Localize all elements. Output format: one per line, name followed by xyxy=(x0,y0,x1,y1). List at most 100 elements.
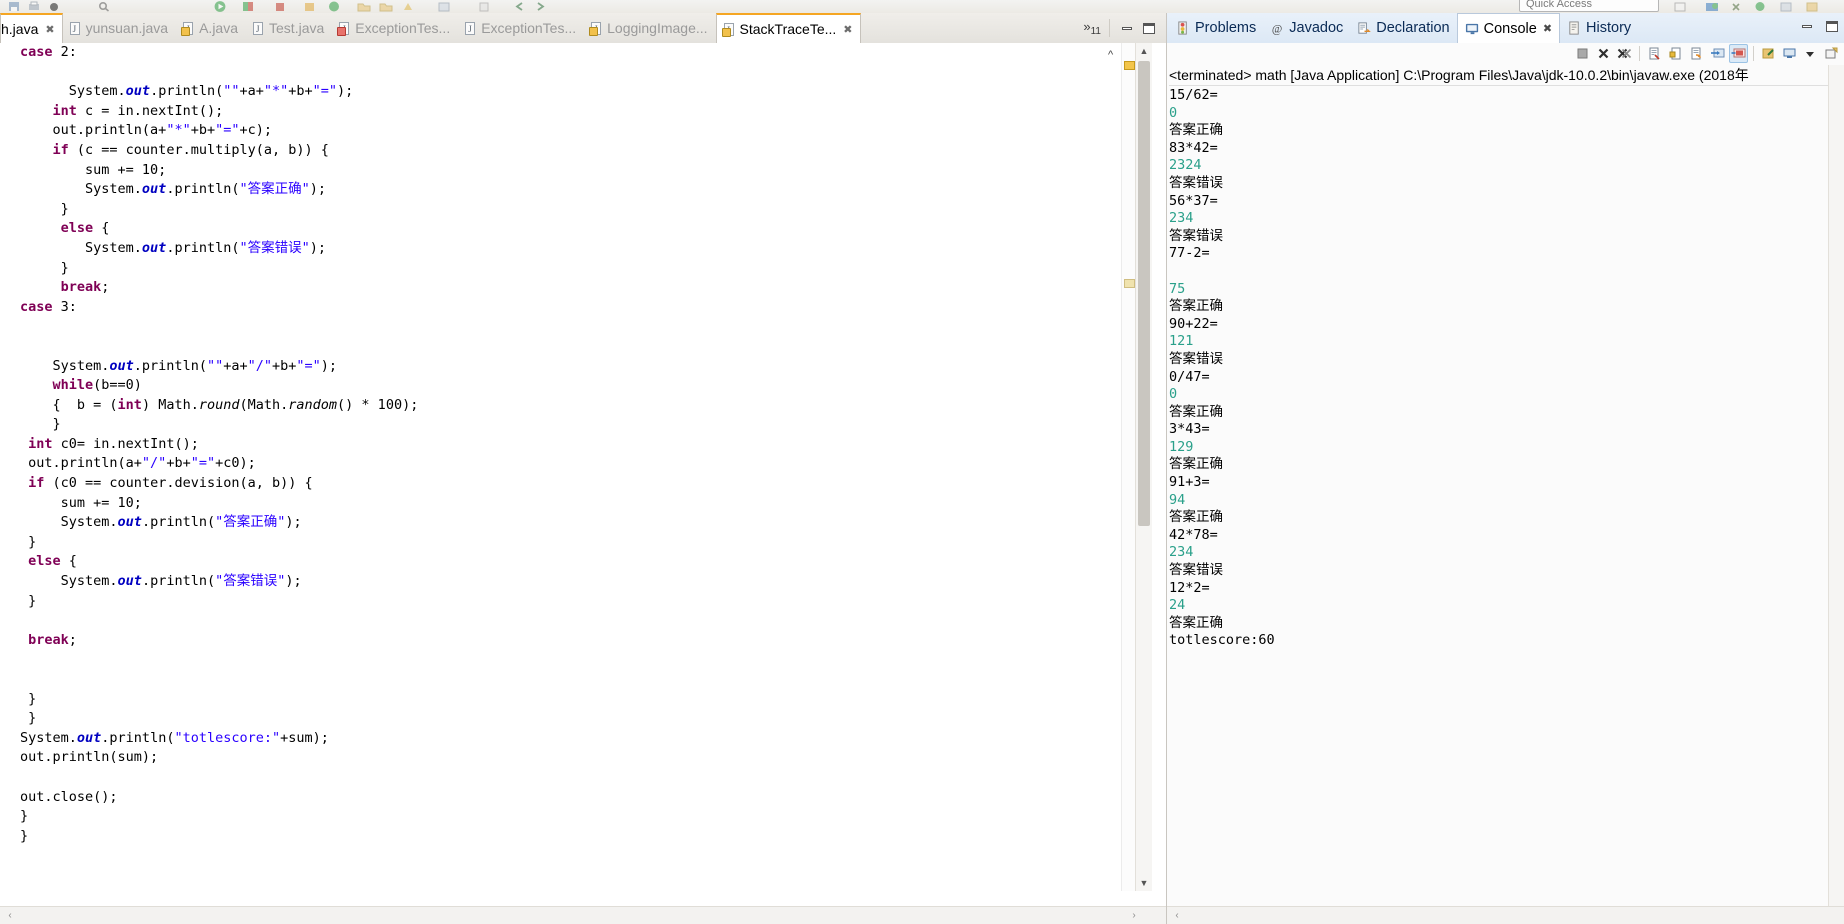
code-token: +b+ xyxy=(166,455,191,472)
clear-console-button[interactable] xyxy=(1645,44,1664,63)
open-console-dropdown[interactable] xyxy=(1801,44,1820,63)
editor-minimize-button[interactable] xyxy=(1116,17,1138,39)
editor-horizontal-scrollbar[interactable]: ‹ › xyxy=(0,906,1166,924)
toolbar-icon-forward[interactable] xyxy=(532,0,548,13)
java-file-warning-icon xyxy=(589,21,603,36)
editor-tab-test-java[interactable]: Test.java xyxy=(246,13,332,43)
quick-access-field[interactable]: Quick Access xyxy=(1519,0,1659,12)
perspective-icon-java-ee[interactable] xyxy=(1704,0,1720,13)
next-annotation-icon[interactable]: ^ xyxy=(1108,49,1113,61)
editor-vertical-scroll-thumb[interactable] xyxy=(1138,61,1150,526)
close-icon[interactable]: ✖ xyxy=(1543,22,1552,35)
scroll-up-arrow[interactable]: ▲ xyxy=(1136,43,1152,59)
toolbar-icon-run[interactable] xyxy=(212,0,228,13)
console-maximize-button[interactable] xyxy=(1821,15,1843,37)
code-token: } xyxy=(20,827,29,844)
toolbar-icon-back[interactable] xyxy=(512,0,528,13)
toolbar-icon-print[interactable] xyxy=(26,0,42,13)
toolbar-icon-open-type[interactable] xyxy=(378,0,394,13)
terminate-button[interactable] xyxy=(1573,44,1592,63)
view-tab-javadoc[interactable]: @ Javadoc xyxy=(1263,13,1350,43)
toolbar-icon-stop[interactable] xyxy=(272,0,288,13)
close-icon[interactable]: ✖ xyxy=(45,23,54,36)
scroll-left-arrow[interactable]: ‹ xyxy=(1169,907,1185,923)
toolbar-icon-debug[interactable] xyxy=(46,0,62,13)
pin-console-button[interactable] xyxy=(1759,44,1778,63)
code-token: System. xyxy=(20,239,142,256)
scroll-down-arrow[interactable]: ▼ xyxy=(1136,875,1152,891)
display-selected-console-button[interactable] xyxy=(1780,44,1799,63)
toolbar-icon-search[interactable] xyxy=(96,0,112,13)
word-wrap-button[interactable] xyxy=(1687,44,1706,63)
code-line: } xyxy=(20,259,1136,279)
code-token: ) Math. xyxy=(141,396,199,413)
code-token: ); xyxy=(337,83,354,100)
annotation-ruler[interactable]: ^ xyxy=(1108,43,1136,891)
code-token: .println( xyxy=(166,181,240,198)
annotation-marker-warning[interactable] xyxy=(1124,61,1135,70)
toolbar-icon-next-annotation[interactable] xyxy=(400,0,416,13)
editor-tab-overflow-button[interactable]: »11 xyxy=(1081,19,1103,37)
view-tab-label: Problems xyxy=(1195,20,1257,36)
view-tab-console[interactable]: Console ✖ xyxy=(1456,13,1561,43)
editor-vertical-scrollbar[interactable]: ▲ ▼ xyxy=(1135,43,1152,891)
console-output-line: 12*2= xyxy=(1169,579,1210,596)
console-output-line: 答案正确 xyxy=(1169,403,1223,420)
perspective-icon-git[interactable] xyxy=(1752,0,1768,13)
console-vertical-scrollbar[interactable] xyxy=(1828,65,1844,907)
perspective-icon-open[interactable] xyxy=(1672,0,1688,13)
show-console-on-output-button[interactable] xyxy=(1708,44,1727,63)
view-tab-problems[interactable]: Problems xyxy=(1169,13,1263,43)
overflow-chevron-icon: » xyxy=(1083,19,1091,34)
editor-tab-exceptiontes-[interactable]: ExceptionTes... xyxy=(458,13,584,43)
console-minimize-button[interactable] xyxy=(1796,15,1818,37)
code-editor[interactable]: case 2: System.out.println(""+a+"*"+b+"=… xyxy=(0,43,1166,891)
console-icon xyxy=(1465,21,1480,36)
view-tab-declaration[interactable]: Declaration xyxy=(1350,13,1456,43)
remove-launch-button[interactable] xyxy=(1594,44,1613,63)
editor-tab-label: ExceptionTes... xyxy=(481,20,577,36)
scroll-left-arrow[interactable]: ‹ xyxy=(2,907,18,923)
editor-maximize-button[interactable] xyxy=(1138,17,1160,39)
toolbar-icon-open-perspective[interactable] xyxy=(302,0,318,13)
source-code-text[interactable]: case 2: System.out.println(""+a+"*"+b+"=… xyxy=(20,43,1136,846)
code-token: case xyxy=(20,44,53,60)
toolbar-icon-pin-editor[interactable] xyxy=(476,0,492,13)
toolbar-icon-new-java-project[interactable] xyxy=(326,0,342,13)
code-token: System. xyxy=(20,573,118,590)
editor-tab-exceptiontes-[interactable]: ExceptionTes... xyxy=(332,13,458,43)
perspective-icon-java[interactable] xyxy=(1804,0,1820,13)
editor-tab-stacktracete-[interactable]: StackTraceTe... ✖ xyxy=(715,13,861,43)
editor-tab-h-java[interactable]: h.java ✖ xyxy=(0,13,63,43)
view-tab-history[interactable]: History xyxy=(1560,13,1638,43)
scroll-right-arrow[interactable]: › xyxy=(1126,907,1142,923)
editor-gutter[interactable] xyxy=(0,43,20,891)
console-output-text[interactable]: 15/62= 0 答案正确 83*42= 2324 答案错误 56*37= 234 答案错误 77… xyxy=(1169,87,1829,892)
toolbar-icon-coverage[interactable] xyxy=(240,0,256,13)
code-token: } xyxy=(20,416,61,433)
editor-tab-yunsuan-java[interactable]: yunsuan.java xyxy=(63,13,177,43)
close-icon[interactable]: ✖ xyxy=(843,23,852,36)
toolbar-divider xyxy=(1109,19,1110,37)
remove-all-terminated-button[interactable] xyxy=(1615,44,1634,63)
show-console-on-error-button[interactable] xyxy=(1729,44,1748,63)
perspective-icon-resource[interactable] xyxy=(1778,0,1794,13)
editor-tab-a-java[interactable]: A.java xyxy=(176,13,246,43)
scroll-lock-button[interactable] xyxy=(1666,44,1685,63)
new-console-view-button[interactable] xyxy=(1822,44,1841,63)
console-output-line: 83*42= xyxy=(1169,139,1218,156)
code-line: else { xyxy=(20,219,1136,239)
perspective-icon-debug[interactable] xyxy=(1728,0,1744,13)
annotation-marker-occurrence[interactable] xyxy=(1124,279,1135,288)
code-token: () * 100); xyxy=(337,396,419,413)
toolbar-icon-toggle-breakpoint[interactable] xyxy=(436,0,452,13)
view-tab-label: Javadoc xyxy=(1289,20,1344,36)
console-horizontal-scrollbar[interactable]: ‹ xyxy=(1167,906,1844,924)
code-token: "答案正确" xyxy=(215,514,286,531)
toolbar-icon-save[interactable] xyxy=(6,0,22,13)
editor-tab-loggingimage-[interactable]: LoggingImage... xyxy=(584,13,715,43)
toolbar-icon-new-package[interactable] xyxy=(356,0,372,13)
